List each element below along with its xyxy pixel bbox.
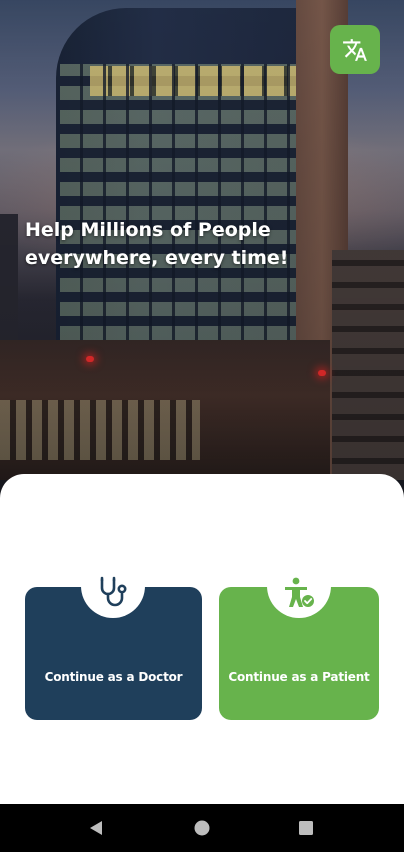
hero-headline: Help Millions of People everywhere, ever… [25,216,345,272]
stethoscope-icon [100,576,127,607]
patient-icon [285,577,314,607]
patient-icon-badge [267,577,331,618]
hero-headline-line1: Help Millions of People [25,219,271,241]
continue-as-patient-button[interactable]: Continue as a Patient [219,577,379,720]
doctor-button-label: Continue as a Doctor [44,670,183,684]
system-navigation-bar [0,804,404,852]
hero-image: Help Millions of People everywhere, ever… [0,0,404,500]
nav-home-button[interactable] [192,818,212,838]
patient-button-label: Continue as a Patient [228,670,370,684]
nav-back-button[interactable] [86,818,106,838]
doctor-icon-badge [81,576,145,618]
welcome-screen: Help Millions of People everywhere, ever… [0,0,404,852]
language-button[interactable] [330,25,380,74]
recents-square-icon [299,821,313,835]
home-circle-icon [194,820,210,836]
hero-headline-line2: everywhere, every time! [25,247,289,269]
role-selection-sheet: Continue as a Doctor Continue as a Patie… [0,474,404,804]
continue-as-doctor-button[interactable]: Continue as a Doctor [25,576,202,720]
translate-icon [343,38,367,61]
nav-recents-button[interactable] [296,818,316,838]
back-triangle-icon [90,821,102,835]
